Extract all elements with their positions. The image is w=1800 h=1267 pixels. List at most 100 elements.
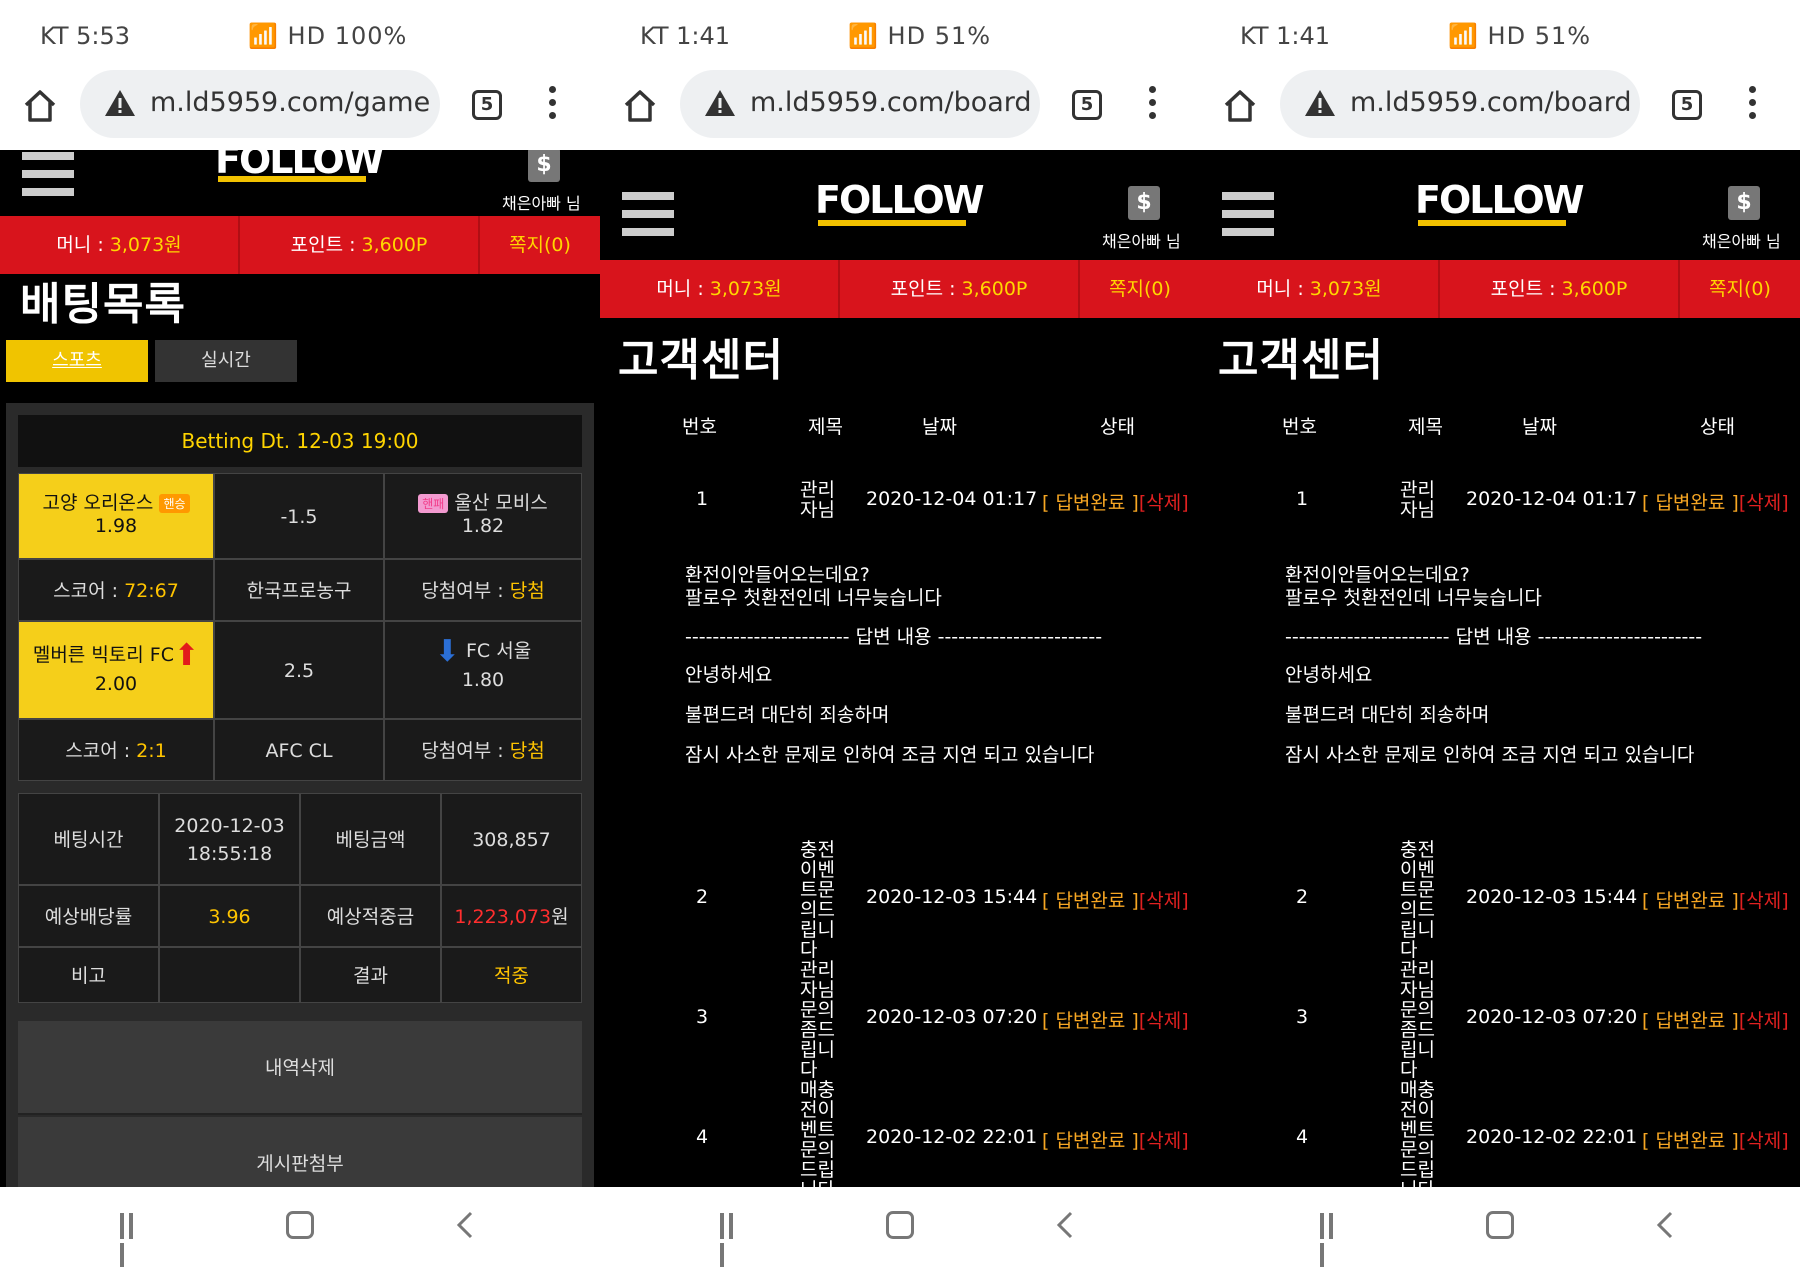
- back-icon[interactable]: [1055, 1210, 1075, 1240]
- back-icon[interactable]: [1655, 1210, 1675, 1240]
- row-title[interactable]: 관리자님: [800, 480, 842, 520]
- delete-link[interactable]: [삭제]: [1739, 1010, 1789, 1032]
- message-label[interactable]: 쪽지(0): [1109, 278, 1171, 300]
- row-status: [ 답변완료 ][삭제]: [1642, 1126, 1789, 1153]
- row-title[interactable]: 관리자님: [1400, 480, 1442, 520]
- status-bracket-open: [: [1042, 1130, 1056, 1152]
- hamburger-menu-icon[interactable]: [622, 192, 674, 238]
- score-value: 72:67: [124, 580, 179, 602]
- url-text[interactable]: m.ld5959.com/game/b: [150, 87, 430, 118]
- header-title: 제목: [1408, 416, 1443, 438]
- money-display: 머니 : 3,073원: [600, 260, 840, 318]
- url-text[interactable]: m.ld5959.com/board/c: [1350, 87, 1630, 118]
- delete-link[interactable]: [삭제]: [1139, 1010, 1189, 1032]
- delete-history-button[interactable]: 내역삭제: [18, 1021, 582, 1115]
- message-link[interactable]: 쪽지(0): [480, 216, 600, 274]
- screenshot-panel-1: KT 5:53 📶 HD 100% m.ld5959.com/game/b 5 …: [0, 0, 600, 1267]
- recent-apps-icon[interactable]: [720, 1213, 746, 1267]
- warning-icon[interactable]: [1304, 88, 1336, 118]
- tab-live[interactable]: 실시간: [155, 340, 297, 382]
- row-title[interactable]: 충전이벤트문의드립니다: [1400, 840, 1442, 958]
- tab-sports[interactable]: 스포츠: [6, 340, 148, 382]
- score-label: 스코어 :: [65, 740, 137, 762]
- tab-switcher-icon[interactable]: 5: [472, 90, 502, 120]
- delete-link[interactable]: [삭제]: [1739, 890, 1789, 912]
- row-status: [ 답변완료 ][삭제]: [1042, 488, 1189, 515]
- site-logo[interactable]: FOLLOW: [815, 178, 985, 224]
- status-bracket-close: ]: [1725, 1010, 1739, 1032]
- url-text[interactable]: m.ld5959.com/board/c: [750, 87, 1030, 118]
- message-label[interactable]: 쪽지(0): [1709, 278, 1771, 300]
- overflow-menu-icon[interactable]: [1145, 86, 1159, 126]
- warning-icon[interactable]: [704, 88, 736, 118]
- away-team-cell[interactable]: 핸패 울산 모비스 1.82: [384, 473, 582, 559]
- delete-link[interactable]: [삭제]: [1139, 1130, 1189, 1152]
- row-number: 2: [1296, 886, 1309, 908]
- recent-apps-icon[interactable]: [120, 1213, 146, 1267]
- row-number: 1: [696, 488, 709, 510]
- delete-link[interactable]: [삭제]: [1739, 492, 1789, 514]
- address-bar[interactable]: m.ld5959.com/game/b: [80, 70, 440, 138]
- hamburger-menu-icon[interactable]: [1222, 192, 1274, 238]
- home-button-icon[interactable]: [886, 1211, 914, 1239]
- warning-icon[interactable]: [104, 88, 136, 118]
- delete-link[interactable]: [삭제]: [1139, 492, 1189, 514]
- home-team-cell[interactable]: 고양 오리온스 핸승 1.98: [18, 473, 214, 559]
- home-icon[interactable]: [622, 88, 658, 124]
- screenshot-panel-3: KT 1:41 📶 HD 51% m.ld5959.com/board/c 5 …: [1200, 0, 1800, 1267]
- delete-link[interactable]: [삭제]: [1139, 890, 1189, 912]
- tab-switcher-icon[interactable]: 5: [1672, 90, 1702, 120]
- row-title[interactable]: 매충전이벤트문의드립니다: [1400, 1080, 1442, 1187]
- home-odds: 1.98: [94, 515, 138, 537]
- address-bar[interactable]: m.ld5959.com/board/c: [1280, 70, 1640, 138]
- attach-to-board-button[interactable]: 게시판첨부: [18, 1117, 582, 1187]
- status-bracket-open: [: [1642, 492, 1656, 514]
- expected-value: 1,223,073원: [441, 885, 582, 947]
- answer-divider: ------------------------ 답변 내용 ---------…: [685, 626, 1103, 648]
- bet-time-value: 2020-12-03 18:55:18: [159, 793, 300, 885]
- point-display: 포인트 : 3,600P: [240, 216, 480, 274]
- message-label[interactable]: 쪽지(0): [509, 234, 571, 256]
- home-team-cell[interactable]: 멜버른 빅토리 FC⬆ 2.00: [18, 621, 214, 719]
- message-link[interactable]: 쪽지(0): [1680, 260, 1800, 318]
- result-value: 당첨: [509, 580, 545, 602]
- score-cell: 스코어 : 72:67: [18, 559, 214, 621]
- logo-underline: [1418, 220, 1566, 226]
- user-level-icon: $: [528, 150, 560, 182]
- address-bar[interactable]: m.ld5959.com/board/c: [680, 70, 1040, 138]
- row-title[interactable]: 충전이벤트문의드립니다: [800, 840, 842, 958]
- delete-link[interactable]: [삭제]: [1739, 1130, 1789, 1152]
- league: 한국프로농구: [214, 559, 384, 621]
- status-bracket-close: ]: [1725, 1130, 1739, 1152]
- status-text: 답변완료: [1055, 1010, 1126, 1032]
- recent-apps-icon[interactable]: [1320, 1213, 1346, 1267]
- row-number: 4: [696, 1126, 709, 1148]
- note-label: 비고: [18, 947, 159, 1003]
- back-icon[interactable]: [455, 1210, 475, 1240]
- row-number: 2: [696, 886, 709, 908]
- row-title[interactable]: 관리자님문의좀드립니다: [1400, 960, 1442, 1078]
- site-logo[interactable]: FOLLOW: [1415, 178, 1585, 224]
- tab-switcher-icon[interactable]: 5: [1072, 90, 1102, 120]
- handicap: -1.5: [214, 473, 384, 559]
- message-link[interactable]: 쪽지(0): [1080, 260, 1200, 318]
- money-value: 3,073원: [709, 278, 782, 300]
- row-number: 4: [1296, 1126, 1309, 1148]
- betting-date: Betting Dt. 12-03 19:00: [18, 415, 582, 467]
- hamburger-menu-icon[interactable]: [22, 152, 74, 198]
- row-title[interactable]: 매충전이벤트문의드립니다: [800, 1080, 842, 1187]
- home-icon[interactable]: [1222, 88, 1258, 124]
- row-date: 2020-12-02 22:01: [866, 1126, 1038, 1148]
- overflow-menu-icon[interactable]: [1745, 86, 1759, 126]
- logo-underline: [218, 176, 366, 182]
- away-team-cell[interactable]: ⬇ FC 서울 1.80: [384, 621, 582, 719]
- row-title[interactable]: 관리자님문의좀드립니다: [800, 960, 842, 1078]
- home-button-icon[interactable]: [286, 1211, 314, 1239]
- home-button-icon[interactable]: [1486, 1211, 1514, 1239]
- money-display: 머니 : 3,073원: [0, 216, 240, 274]
- overflow-menu-icon[interactable]: [545, 86, 559, 126]
- system-icons: 📶 HD 51%: [1448, 22, 1591, 50]
- home-icon[interactable]: [22, 88, 58, 124]
- info-bar: 머니 : 3,073원 포인트 : 3,600P 쪽지(0): [600, 260, 1200, 318]
- wifi-icon: 📶: [1448, 22, 1479, 50]
